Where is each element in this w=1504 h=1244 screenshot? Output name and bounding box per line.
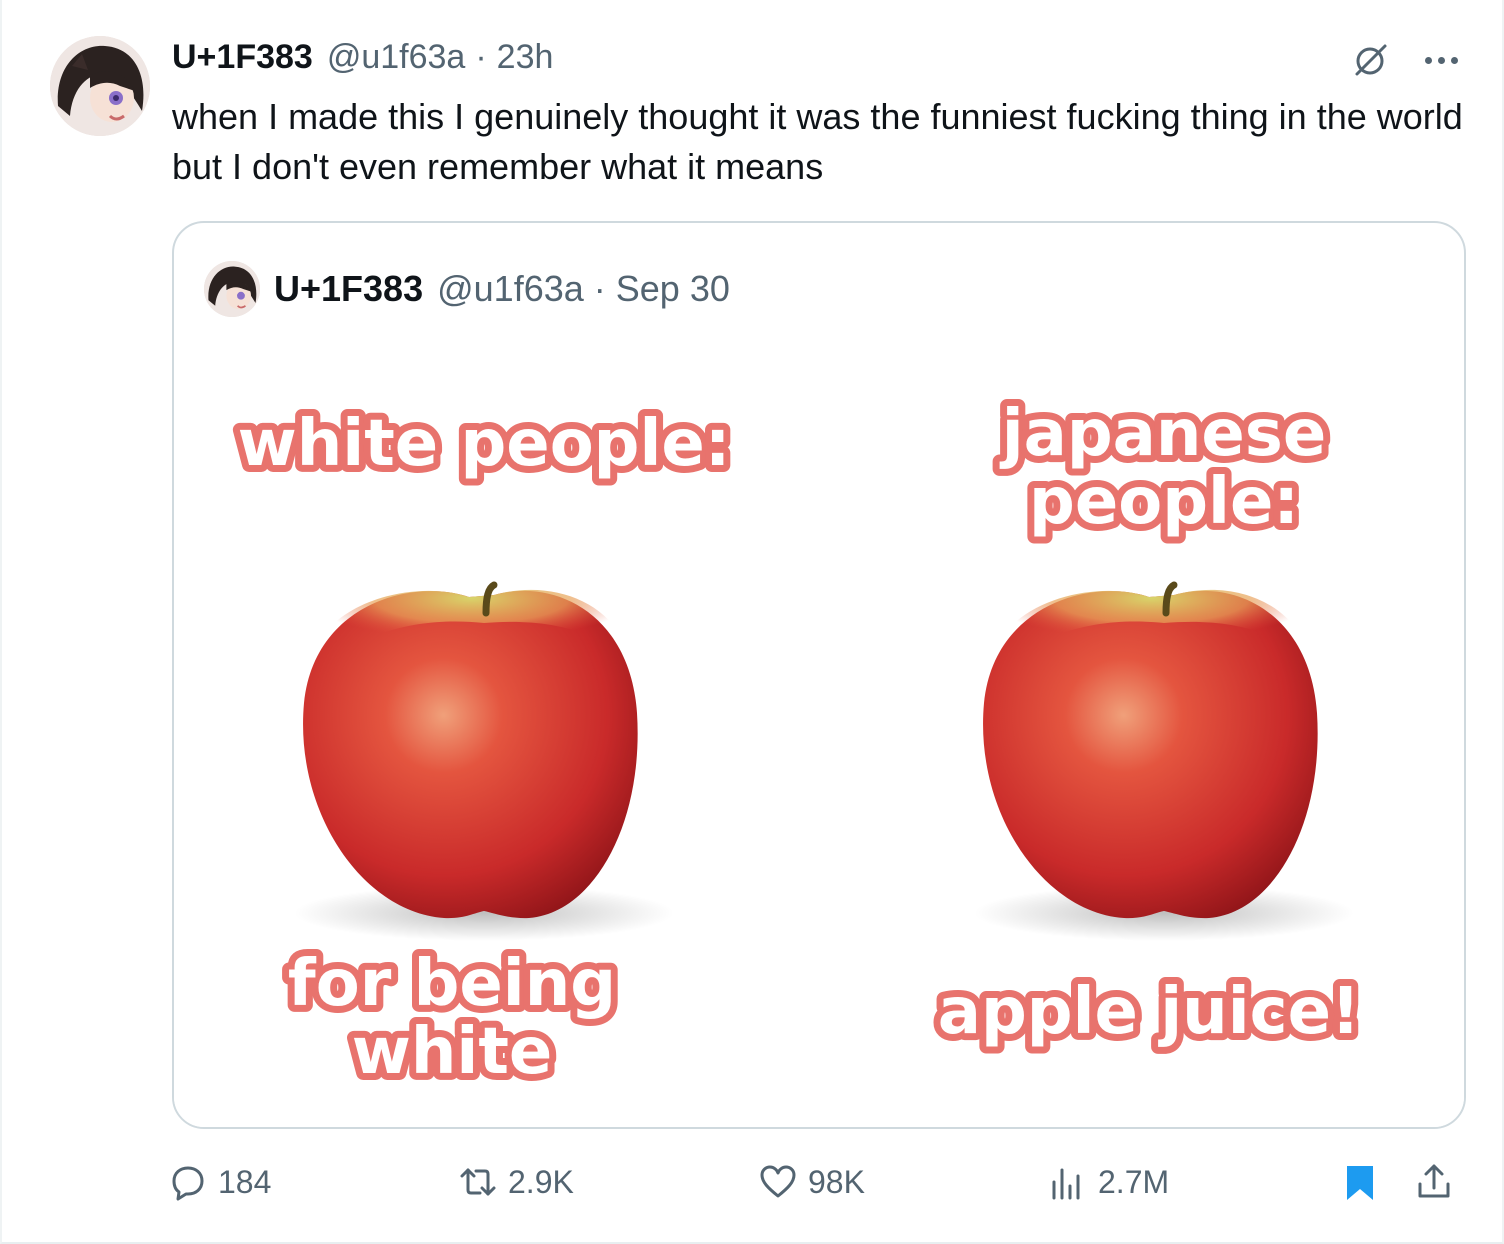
heart-icon xyxy=(760,1165,796,1198)
meme-graphic: white people: japanese people: for being… xyxy=(174,373,1464,1127)
share-button[interactable] xyxy=(1414,1162,1454,1202)
like-button[interactable]: 98K xyxy=(758,1162,865,1202)
meme-caption-left-bottom-line1: for being xyxy=(288,947,616,1021)
tweet-top-actions xyxy=(1351,40,1458,80)
meta-separator: · xyxy=(475,38,487,76)
meme-caption-right-top-line2: people: xyxy=(1029,465,1299,539)
quoted-meta: @u1f63a · Sep 30 xyxy=(437,268,730,310)
views-button[interactable]: 2.7M xyxy=(1048,1162,1169,1202)
tweet-text: when I made this I genuinely thought it … xyxy=(172,96,1463,187)
quoted-date: Sep 30 xyxy=(615,268,730,309)
tweet-header: U+1F383 @u1f63a · 23h xyxy=(172,38,553,82)
tweet-actions: 184 2.9K 98K 2.7M xyxy=(168,1162,1468,1210)
author-avatar[interactable] xyxy=(50,36,150,136)
meme-image[interactable]: white people: japanese people: for being… xyxy=(174,373,1464,1127)
quoted-avatar-image xyxy=(204,261,260,317)
views-count: 2.7M xyxy=(1098,1163,1170,1200)
views-chart-icon xyxy=(1052,1168,1080,1200)
repost-icon xyxy=(460,1168,496,1196)
meme-caption-left-top: white people: xyxy=(238,407,731,481)
more-options-icon[interactable] xyxy=(1425,40,1458,80)
quoted-tweet[interactable]: U+1F383 @u1f63a · Sep 30 white people: j… xyxy=(172,221,1466,1129)
author-name[interactable]: U+1F383 xyxy=(172,38,313,77)
share-icon xyxy=(1418,1164,1450,1198)
like-count: 98K xyxy=(808,1163,865,1200)
repost-count: 2.9K xyxy=(508,1163,574,1200)
quoted-author-name: U+1F383 xyxy=(274,268,424,309)
bookmark-button[interactable] xyxy=(1340,1162,1380,1202)
avatar-image xyxy=(50,36,150,136)
meme-caption-right-top-line1: japanese xyxy=(999,397,1327,471)
quoted-meta-separator: · xyxy=(593,268,606,309)
meme-caption-left-bottom-line2: white xyxy=(352,1015,553,1089)
bookmark-icon xyxy=(1347,1166,1373,1200)
repost-button[interactable]: 2.9K xyxy=(458,1162,574,1202)
author-handle[interactable]: @u1f63a xyxy=(327,38,466,77)
reply-button[interactable]: 184 xyxy=(168,1162,271,1202)
tweet: U+1F383 @u1f63a · 23h when I made this I… xyxy=(0,0,1504,1244)
tweet-time[interactable]: 23h xyxy=(497,38,554,77)
quoted-author-avatar xyxy=(204,261,260,317)
tweet-meta: @u1f63a · 23h xyxy=(327,38,554,77)
reply-count: 184 xyxy=(218,1163,272,1200)
quoted-header: U+1F383 @u1f63a · Sep 30 xyxy=(204,261,730,317)
reply-icon xyxy=(172,1166,204,1201)
meme-caption-right-bottom: apple juice! xyxy=(938,975,1360,1049)
quoted-author-handle: @u1f63a xyxy=(437,268,584,309)
grok-icon[interactable] xyxy=(1351,40,1391,80)
